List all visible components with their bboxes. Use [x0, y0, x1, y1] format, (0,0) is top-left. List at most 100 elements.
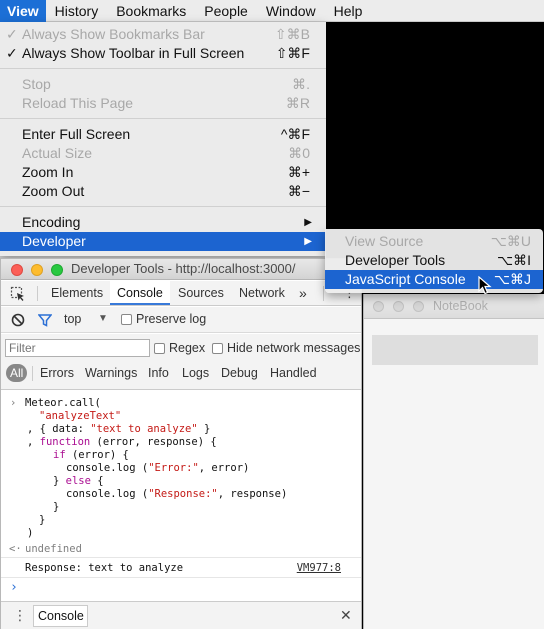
menu-item-enter-full-screen[interactable]: Enter Full Screen ^⌘F: [0, 125, 326, 144]
row-divider: [1, 557, 361, 558]
hide-network-label: Hide network messages: [227, 341, 361, 355]
level-logs[interactable]: Logs: [182, 364, 209, 382]
menu-item-label: Always Show Bookmarks Bar: [22, 26, 205, 42]
menu-item-shortcut: ⌘+: [287, 164, 310, 180]
console-output: › Meteor.call( "analyzeText" , { data: "…: [1, 391, 361, 601]
menu-item-label: JavaScript Console: [345, 271, 466, 287]
checkmark-icon: ✓: [6, 45, 18, 61]
menu-item-label: Zoom In: [22, 164, 74, 180]
devtools-tab-bar: Elements Console Sources Network » ⋮: [1, 281, 361, 306]
code-line: "analyzeText": [39, 410, 122, 422]
code-line: , { data: "text to analyze" }: [27, 423, 211, 435]
minimize-window-button[interactable]: [31, 264, 43, 276]
submenu-arrow-icon: ▶: [304, 217, 312, 228]
tab-sources[interactable]: Sources: [178, 281, 224, 305]
hide-network-checkbox[interactable]: [212, 343, 223, 354]
menu-item-view-source[interactable]: View Source ⌥⌘U: [325, 232, 543, 251]
minimize-window-button[interactable]: [393, 301, 404, 312]
menu-item-shortcut: ⌘.: [292, 76, 310, 92]
code-line: }: [53, 501, 60, 513]
filter-input[interactable]: [5, 339, 150, 357]
view-menu-dropdown: ✓ Always Show Bookmarks Bar ⇧⌘B ✓ Always…: [0, 22, 326, 256]
menu-item-zoom-in[interactable]: Zoom In ⌘+: [0, 163, 326, 182]
notebook-titlebar: NoteBook: [364, 294, 544, 319]
context-selector[interactable]: top: [64, 312, 81, 326]
level-debug[interactable]: Debug: [221, 364, 258, 382]
drawer-tab-console[interactable]: Console: [33, 605, 88, 627]
code-line: console.log ("Error:", error): [66, 462, 250, 474]
console-drawer: ⋮ Console ✕: [1, 601, 361, 629]
menu-item-label: Encoding: [22, 214, 81, 230]
source-link[interactable]: VM977:8: [297, 562, 341, 575]
code-line: } else {: [53, 475, 104, 487]
notebook-content-bar: [372, 335, 538, 365]
menu-item-encoding[interactable]: Encoding ▶: [0, 213, 326, 232]
tab-elements[interactable]: Elements: [51, 281, 103, 305]
preserve-log-checkbox[interactable]: [121, 314, 132, 325]
menu-item-label: Stop: [22, 76, 51, 92]
menu-item-javascript-console[interactable]: JavaScript Console ⌥⌘J: [325, 270, 543, 289]
checkmark-icon: ✓: [6, 26, 18, 42]
developer-submenu: View Source ⌥⌘U Developer Tools ⌥⌘I Java…: [325, 229, 543, 293]
code-line: }: [39, 514, 46, 526]
level-handled[interactable]: Handled: [270, 364, 317, 382]
menu-item-label: Developer Tools: [345, 252, 446, 268]
return-value: undefined: [25, 543, 82, 555]
chevron-down-icon[interactable]: ▼: [98, 313, 108, 324]
menu-item-shortcut: ⇧⌘B: [274, 26, 310, 42]
menu-item-always-show-toolbar[interactable]: ✓ Always Show Toolbar in Full Screen ⇧⌘F: [0, 44, 326, 63]
menu-bar: View History Bookmarks People Window Hel…: [0, 0, 544, 22]
menu-item-stop[interactable]: Stop ⌘.: [0, 75, 326, 94]
menu-item-label: Always Show Toolbar in Full Screen: [22, 45, 245, 61]
tab-network[interactable]: Network: [239, 281, 285, 305]
close-window-button[interactable]: [373, 301, 384, 312]
code-line: ): [27, 527, 34, 539]
menu-bookmarks[interactable]: Bookmarks: [107, 0, 195, 22]
tab-divider: [37, 286, 38, 301]
code-line: Meteor.call(: [25, 397, 101, 409]
level-errors[interactable]: Errors: [40, 364, 74, 382]
mouse-pointer-icon: [478, 276, 492, 295]
level-divider: [32, 366, 33, 381]
code-line: , function (error, response) {: [27, 436, 217, 448]
zoom-window-button[interactable]: [51, 264, 63, 276]
level-warnings[interactable]: Warnings: [85, 364, 137, 382]
menu-help[interactable]: Help: [325, 0, 372, 22]
menu-view[interactable]: View: [0, 0, 46, 22]
window-title: Developer Tools - http://localhost:3000/: [71, 261, 296, 276]
zoom-window-button[interactable]: [413, 301, 424, 312]
menu-item-developer[interactable]: Developer ▶: [0, 232, 326, 251]
clear-console-icon[interactable]: [11, 313, 25, 327]
drawer-menu-icon[interactable]: ⋮: [13, 607, 27, 624]
level-info[interactable]: Info: [148, 364, 169, 382]
menu-window[interactable]: Window: [257, 0, 325, 22]
menu-item-shortcut: ⌘0: [288, 145, 310, 161]
submenu-arrow-icon: ▶: [304, 236, 312, 247]
code-line: console.log ("Response:", response): [66, 488, 288, 500]
menu-item-shortcut: ⌥⌘J: [493, 271, 531, 287]
menu-item-label: View Source: [345, 233, 424, 249]
close-icon[interactable]: ✕: [340, 607, 352, 624]
regex-label: Regex: [169, 341, 206, 355]
inspect-element-icon[interactable]: [10, 286, 26, 302]
menu-separator: [0, 206, 326, 207]
menu-people[interactable]: People: [195, 0, 257, 22]
menu-item-actual-size[interactable]: Actual Size ⌘0: [0, 144, 326, 163]
more-tabs-icon[interactable]: »: [299, 281, 307, 305]
level-all[interactable]: All: [6, 364, 28, 382]
menu-item-label: Zoom Out: [22, 183, 85, 199]
console-input-prompt[interactable]: ›: [10, 581, 18, 594]
filter-icon[interactable]: [38, 313, 52, 327]
menu-item-always-show-bookmarks-bar[interactable]: ✓ Always Show Bookmarks Bar ⇧⌘B: [0, 25, 326, 44]
menu-history[interactable]: History: [46, 0, 108, 22]
close-window-button[interactable]: [11, 264, 23, 276]
console-filter-bar: Regex Hide network messages All Errors W…: [1, 334, 361, 390]
notebook-window: NoteBook: [363, 294, 544, 629]
menu-item-reload[interactable]: Reload This Page ⌘R: [0, 94, 326, 113]
tab-console[interactable]: Console: [110, 281, 170, 305]
menu-item-developer-tools[interactable]: Developer Tools ⌥⌘I: [325, 251, 543, 270]
regex-checkbox[interactable]: [154, 343, 165, 354]
row-divider: [1, 577, 361, 578]
code-line: if (error) {: [53, 449, 129, 461]
menu-item-zoom-out[interactable]: Zoom Out ⌘−: [0, 182, 326, 201]
